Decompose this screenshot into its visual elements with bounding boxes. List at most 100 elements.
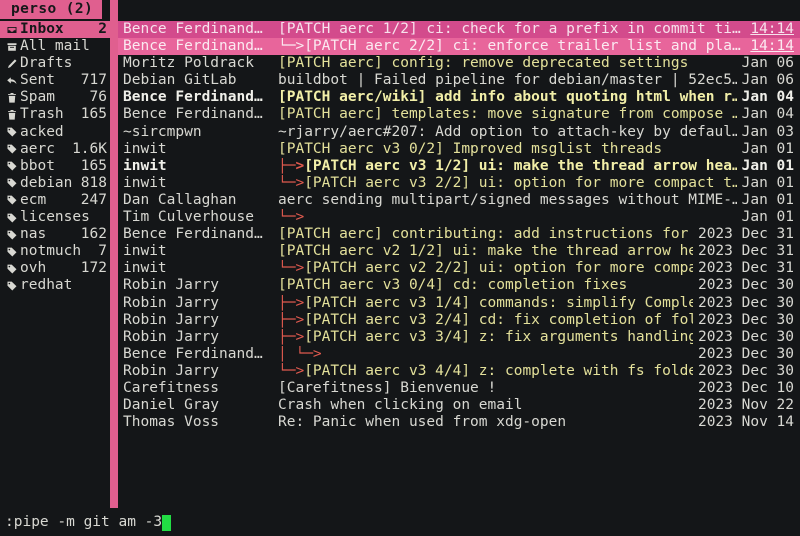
message-row[interactable]: inwit [PATCH aerc v3 0/2] Improved msglis… (118, 141, 800, 158)
message-row[interactable]: inwit └─> [PATCH aerc v2 2/2] ui: option f… (118, 260, 800, 277)
sidebar-item-label: bbot (20, 157, 55, 174)
message-sender: Thomas Voss (123, 414, 220, 431)
message-subject-wrap: [PATCH aerc 1/2] ci: check for a prefix … (278, 21, 745, 38)
sidebar-item-label: Sent (20, 72, 55, 89)
sidebar-item-bbot[interactable]: bbot 165 (0, 158, 110, 175)
sidebar-item-redhat[interactable]: redhat (0, 277, 110, 294)
message-date: 2023 Dec 30 (697, 328, 794, 345)
message-row[interactable]: Dan Callaghan aerc sending multipart/sign… (118, 192, 800, 209)
message-sender: Carefitness (123, 379, 220, 396)
message-list[interactable]: Bence Ferdinand… [PATCH aerc 1/2] ci: che… (118, 19, 800, 508)
sidebar-item-count: 172 (80, 260, 107, 277)
sidebar-item-spam[interactable]: Spam 76 (0, 89, 110, 106)
sidebar-item-notmuch[interactable]: notmuch 7 (0, 243, 110, 260)
thread-arrow-icon: └─> (278, 174, 305, 191)
reply-icon (4, 75, 19, 87)
tab-perso[interactable]: perso (2) (0, 0, 103, 19)
tag-icon (4, 160, 19, 172)
message-row[interactable]: Daniel Gray Crash when clicking on email 2… (118, 397, 800, 414)
sidebar-item-aerc[interactable]: aerc 1.6K (0, 141, 110, 158)
message-subject-wrap: └─> [PATCH aerc v2 2/2] ui: option for mo… (278, 260, 693, 277)
message-row[interactable]: Debian GitLab buildbot | Failed pipeline … (118, 72, 800, 89)
thread-arrow-icon: ├─> (278, 311, 305, 328)
message-sender: Robin Jarry (123, 294, 220, 311)
message-subject-wrap: [PATCH aerc v3 0/4] cd: completion fixes (278, 277, 693, 294)
message-date: 2023 Dec 30 (697, 294, 794, 311)
message-sender: inwit (123, 157, 167, 174)
message-date: 2023 Nov 22 (697, 397, 794, 414)
sidebar-item-drafts[interactable]: Drafts (0, 55, 110, 72)
sidebar-item-inbox[interactable]: Inbox 2 (0, 21, 110, 39)
message-row[interactable]: Tim Culverhouse └─> Jan 01 (118, 209, 800, 226)
message-subject: ~rjarry/aerc#207: Add option to attach-k… (278, 123, 737, 140)
sidebar-item-label: debian (20, 174, 73, 191)
tag-icon (4, 280, 19, 292)
message-row[interactable]: inwit ├─> [PATCH aerc v3 1/2] ui: make the… (118, 158, 800, 175)
message-subject-wrap: ~rjarry/aerc#207: Add option to attach-k… (278, 124, 737, 141)
message-row[interactable]: ~sircmpwn ~rjarry/aerc#207: Add option to… (118, 124, 800, 141)
sidebar-item-acked[interactable]: acked (0, 124, 110, 141)
tag-icon (4, 143, 19, 155)
message-date: 2023 Dec 31 (697, 226, 794, 243)
message-sender: Bence Ferdinand… (123, 106, 263, 123)
sidebar-item-label: aerc (20, 140, 55, 157)
sidebar-item-sent[interactable]: Sent 717 (0, 72, 110, 89)
sidebar-item-count: 7 (98, 243, 107, 260)
message-date: Jan 06 (741, 55, 794, 72)
message-sender: Bence Ferdinand… (123, 226, 263, 243)
message-row[interactable]: Robin Jarry ├─> [PATCH aerc v3 1/4] comman… (118, 295, 800, 312)
message-date: Jan 04 (741, 89, 794, 106)
pencil-icon (4, 58, 19, 70)
message-row[interactable]: Robin Jarry [PATCH aerc v3 0/4] cd: compl… (118, 277, 800, 294)
message-row[interactable]: Robin Jarry ├─> [PATCH aerc v3 3/4] z: fix… (118, 329, 800, 346)
message-sender: Robin Jarry (123, 277, 220, 294)
message-subject: [PATCH aerc v3 4/4] z: complete with fs … (304, 362, 693, 379)
tag-icon (4, 263, 19, 275)
sidebar-item-trash[interactable]: Trash 165 (0, 106, 110, 123)
ex-command-line[interactable]: :pipe -m git am -3 (0, 510, 800, 536)
message-row[interactable]: inwit └─> [PATCH aerc v3 2/2] ui: option f… (118, 175, 800, 192)
tag-icon (4, 246, 19, 258)
message-row[interactable]: Bence Ferdinand… │ └─> 2023 Dec 30 (118, 346, 800, 363)
message-row[interactable]: Bence Ferdinand… [PATCH aerc/wiki] add in… (118, 89, 800, 106)
sidebar-item-debian[interactable]: debian 818 (0, 175, 110, 192)
message-subject: [PATCH aerc v3 0/2] Improved msglist thr… (278, 140, 663, 157)
sidebar-item-label: acked (20, 123, 64, 140)
message-sender: Debian GitLab (123, 72, 237, 89)
sidebar-item-count: 717 (80, 72, 107, 89)
message-row[interactable]: Carefitness [Carefitness] Bienvenue ! 2023… (118, 380, 800, 397)
message-date: 2023 Dec 30 (697, 277, 794, 294)
message-row[interactable]: Thomas Voss Re: Panic when used from xdg-… (118, 414, 800, 431)
message-row[interactable]: inwit [PATCH aerc v2 1/2] ui: make the th… (118, 243, 800, 260)
sidebar-item-nas[interactable]: nas 162 (0, 226, 110, 243)
message-date: Jan 03 (741, 123, 794, 140)
message-row[interactable]: Bence Ferdinand… [PATCH aerc] contributin… (118, 226, 800, 243)
message-row[interactable]: Robin Jarry └─> [PATCH aerc v3 4/4] z: com… (118, 363, 800, 380)
message-row[interactable]: Moritz Poldrack [PATCH aerc] config: remo… (118, 55, 800, 72)
sidebar-item-licenses[interactable]: licenses (0, 209, 110, 226)
message-sender: Bence Ferdinand… (123, 21, 263, 37)
sidebar-item-count: 165 (80, 106, 107, 123)
message-sender: inwit (123, 260, 167, 277)
sidebar-item-ecm[interactable]: ecm 247 (0, 192, 110, 209)
message-subject-wrap: └─> [PATCH aerc v3 2/2] ui: option for mo… (278, 175, 737, 192)
message-date: 2023 Dec 30 (697, 345, 794, 362)
thread-arrow-icon: └─> (278, 209, 305, 226)
sidebar-item-ovh[interactable]: ovh 172 (0, 260, 110, 277)
message-row[interactable]: Robin Jarry ├─> [PATCH aerc v3 2/4] cd: fi… (118, 312, 800, 329)
thread-arrow-icon: └─> (278, 362, 305, 379)
message-subject-wrap: [PATCH aerc] templates: move signature f… (278, 106, 737, 123)
message-date: 2023 Dec 31 (697, 243, 794, 260)
tab-bar: perso (2) (0, 0, 800, 19)
directory-sidebar[interactable]: Inbox 2 All mail Drafts Sent 717 Spam 76 Trash 16… (0, 19, 110, 508)
tab-label: perso (2) (11, 0, 94, 17)
message-row[interactable]: Bence Ferdinand… └─> [PATCH aerc 2/2] ci: … (118, 38, 800, 56)
message-sender: Robin Jarry (123, 311, 220, 328)
sidebar-item-all-mail[interactable]: All mail (0, 38, 110, 55)
message-row[interactable]: Bence Ferdinand… [PATCH aerc] templates: … (118, 106, 800, 123)
message-subject: [PATCH aerc v3 0/4] cd: completion fixes (278, 277, 628, 294)
sidebar-item-label: ecm (20, 191, 47, 208)
message-row[interactable]: Bence Ferdinand… [PATCH aerc 1/2] ci: che… (118, 21, 800, 39)
message-date: Jan 01 (741, 209, 794, 226)
message-subject: [PATCH aerc] templates: move signature f… (278, 106, 737, 123)
